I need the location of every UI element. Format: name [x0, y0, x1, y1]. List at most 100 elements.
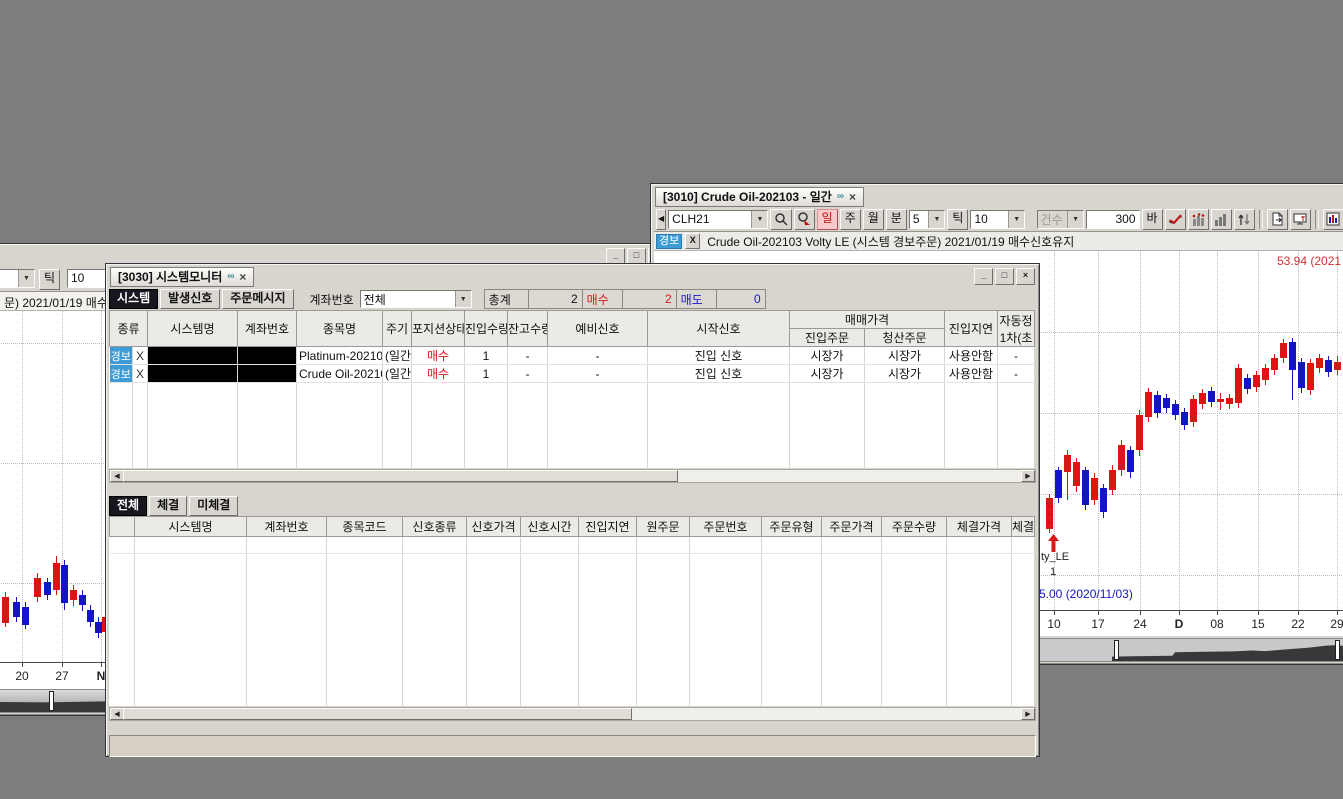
col-order-qty[interactable]: 주문수량 — [882, 516, 947, 536]
monitor-title-tab[interactable]: [3030] 시스템모니터 ∞ × — [110, 267, 254, 287]
account-select[interactable]: 전체 ▼ — [360, 290, 472, 308]
col-account[interactable]: 계좌번호 — [238, 311, 297, 347]
table-row[interactable]: 경보 X Platinum-202104 (일간) 매수 1 - - 진입 신호… — [110, 347, 1035, 365]
search-icon[interactable] — [770, 209, 791, 230]
volume-bars-icon[interactable] — [1211, 209, 1232, 230]
col-order-price[interactable]: 주문가격 — [822, 516, 882, 536]
minute-select[interactable]: 5 ▼ — [0, 269, 35, 288]
table-row[interactable]: 경보 X Crude Oil-202103 (일간) 매수 1 - - 진입 신… — [110, 365, 1035, 383]
indicator-icon[interactable] — [1323, 209, 1343, 230]
col-signal-type[interactable]: 신호종류 — [403, 516, 467, 536]
close-icon[interactable]: × — [239, 268, 246, 286]
tab-system[interactable]: 시스템 — [109, 289, 158, 309]
scroll-left-icon[interactable]: ◀ — [110, 708, 124, 720]
period-day-button[interactable]: 일 — [817, 209, 838, 230]
navigator-volume-silhouette — [1112, 639, 1343, 661]
chevron-down-icon[interactable]: ▼ — [455, 291, 471, 307]
axis-tick — [1337, 611, 1338, 615]
volume-signal-icon[interactable] — [1188, 209, 1209, 230]
col-system[interactable]: 시스템명 — [148, 311, 238, 347]
col-symbol-code[interactable]: 종목코드 — [327, 516, 403, 536]
signal-line-icon[interactable] — [1165, 209, 1186, 230]
col-entry-qty[interactable]: 진입수량 — [465, 311, 508, 347]
col-signal-price[interactable]: 신호가격 — [467, 516, 521, 536]
candle-body — [1217, 399, 1224, 402]
col-system[interactable]: 시스템명 — [135, 516, 247, 536]
col-account[interactable]: 계좌번호 — [247, 516, 327, 536]
col-reserve-signal[interactable]: 예비신호 — [548, 311, 648, 347]
close-icon[interactable]: × — [849, 188, 856, 206]
col-fill-qty[interactable]: 체결수량 — [1012, 516, 1035, 536]
tab-signals[interactable]: 발생신호 — [160, 289, 220, 309]
col-kind[interactable]: 종류 — [110, 311, 148, 347]
tick-button[interactable]: 틱 — [947, 209, 968, 230]
minute-select[interactable]: 5 ▼ — [909, 210, 946, 229]
chevron-down-icon[interactable]: ▼ — [751, 211, 767, 228]
scroll-thumb[interactable] — [123, 708, 632, 720]
gridline — [62, 311, 63, 662]
navigator-start-handle[interactable] — [1114, 640, 1119, 660]
prev-symbol-button[interactable]: ◀ — [656, 209, 666, 230]
close-button[interactable]: × — [1016, 268, 1035, 285]
axis-tick — [1298, 611, 1299, 615]
top-table-hscrollbar[interactable]: ◀ ▶ — [109, 469, 1036, 483]
axis-tick-label: 24 — [1133, 617, 1146, 631]
system-name-redacted — [148, 365, 238, 383]
alert-close-button[interactable]: X — [685, 233, 700, 249]
navigator-handle[interactable] — [49, 691, 54, 711]
col-fill-price[interactable]: 체결가격 — [947, 516, 1012, 536]
sort-arrows-icon[interactable] — [1234, 209, 1255, 230]
chart-window-title-tab[interactable]: [3010] Crude Oil-202103 - 일간 ∞ × — [655, 187, 864, 207]
screen-capture-icon[interactable] — [1290, 209, 1311, 230]
search-jump-icon[interactable] — [794, 209, 815, 230]
col-original-order[interactable]: 원주문 — [637, 516, 690, 536]
tick-select[interactable]: 10 ▼ — [970, 210, 1025, 229]
position-cell: 매수 — [412, 365, 465, 383]
tab-order-messages[interactable]: 주문메시지 — [222, 289, 293, 309]
scroll-left-icon[interactable]: ◀ — [110, 470, 124, 482]
symbol-select[interactable]: CLH21 ▼ — [668, 210, 768, 229]
gridline — [1298, 251, 1299, 610]
sell-label: 매도 — [677, 290, 717, 308]
tab-all-orders[interactable]: 전체 — [109, 496, 147, 516]
tick-button[interactable]: 틱 — [39, 269, 60, 290]
document-icon[interactable] — [1267, 209, 1288, 230]
scroll-right-icon[interactable]: ▶ — [1021, 470, 1035, 482]
col-period[interactable]: 주기 — [383, 311, 412, 347]
col-entry-delay[interactable]: 진입지연 — [579, 516, 637, 536]
scroll-right-icon[interactable]: ▶ — [1021, 708, 1035, 720]
col-signal-time[interactable]: 신호시간 — [521, 516, 579, 536]
period-minute-button[interactable]: 분 — [886, 209, 907, 230]
chevron-down-icon[interactable]: ▼ — [1008, 211, 1024, 228]
col-auto[interactable]: 자동정 1차(초 — [998, 311, 1035, 347]
col-instrument[interactable]: 종목명 — [297, 311, 383, 347]
chevron-down-icon[interactable]: ▼ — [18, 270, 34, 287]
col-order-type[interactable]: 주문유형 — [762, 516, 822, 536]
remove-button[interactable]: X — [133, 365, 148, 383]
col-entry-order[interactable]: 진입주문 — [790, 329, 865, 347]
scroll-thumb[interactable] — [123, 470, 678, 482]
start-signal-cell: 진입 신호 — [648, 365, 790, 383]
col-start-signal[interactable]: 시작신호 — [648, 311, 790, 347]
col-entry-delay[interactable]: 진입지연 — [945, 311, 998, 347]
col-order-number[interactable]: 주문번호 — [690, 516, 762, 536]
bar-unit-button[interactable]: 바 — [1142, 209, 1163, 230]
col-exit-order[interactable]: 청산주문 — [865, 329, 945, 347]
axis-tick-label: 15 — [1251, 617, 1264, 631]
axis-tick — [1140, 611, 1141, 615]
navigator-end-handle[interactable] — [1335, 640, 1340, 660]
tab-unfilled[interactable]: 미체결 — [189, 496, 238, 516]
col-group-price[interactable]: 매매가격 — [790, 311, 945, 329]
minimize-button[interactable]: _ — [974, 268, 993, 285]
period-month-button[interactable]: 월 — [863, 209, 884, 230]
chevron-down-icon[interactable]: ▼ — [928, 211, 944, 228]
col-position[interactable]: 포지션상태 — [412, 311, 465, 347]
bar-count-input[interactable]: 300 — [1086, 210, 1140, 229]
orders-table-hscrollbar[interactable]: ◀ ▶ — [109, 707, 1036, 721]
period-week-button[interactable]: 주 — [840, 209, 861, 230]
remove-button[interactable]: X — [133, 347, 148, 365]
maximize-button[interactable]: □ — [995, 268, 1014, 285]
tab-filled[interactable]: 체결 — [149, 496, 187, 516]
col-balance-qty[interactable]: 잔고수량 — [508, 311, 548, 347]
empty-order-row — [110, 638, 1035, 655]
